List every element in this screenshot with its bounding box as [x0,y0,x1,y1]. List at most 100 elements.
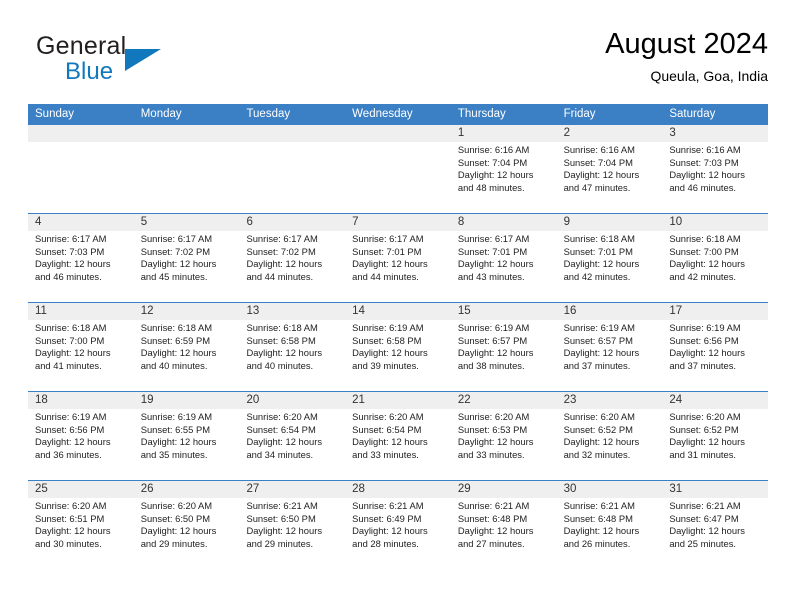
day-number[interactable]: 16 [557,303,663,320]
day-cell[interactable]: Sunrise: 6:21 AM Sunset: 6:48 PM Daylight:… [450,498,557,569]
day-cell[interactable]: Sunrise: 6:19 AM Sunset: 6:58 PM Daylight:… [345,320,451,391]
day-detail-line: Sunset: 6:57 PM [457,334,528,346]
calendar-grid: Sunday Monday Tuesday Wednesday Thursday Frid… [28,104,769,569]
day-number[interactable]: 2 [557,125,663,142]
week-info-strip: Sunrise: 6:16 AM Sunset: 7:04 PM Daylight:… [28,142,769,213]
day-number[interactable]: 21 [345,392,451,409]
week-date-strip: 25 26 27 28 29 30 31 [28,481,768,498]
day-number[interactable]: 10 [662,214,768,231]
day-cell[interactable]: Sunrise: 6:20 AM Sunset: 6:52 PM Daylight:… [556,409,663,480]
day-cell[interactable]: Sunrise: 6:20 AM Sunset: 6:53 PM Daylight:… [450,409,557,480]
day-cell[interactable]: Sunrise: 6:17 AM Sunset: 7:02 PM Daylight:… [239,231,346,302]
day-detail-line: and 40 minutes. [246,359,314,371]
day-detail-line: Daylight: 12 hours [246,347,323,359]
day-number[interactable]: 31 [662,481,768,498]
day-detail-line: Sunrise: 6:19 AM [352,322,424,333]
day-cell[interactable]: Sunrise: 6:18 AM Sunset: 6:58 PM Daylight:… [239,320,346,391]
day-number[interactable]: 4 [28,214,134,231]
day-number[interactable]: 18 [28,392,134,409]
day-number[interactable]: 29 [451,481,557,498]
day-cell[interactable]: Sunrise: 6:16 AM Sunset: 7:04 PM Daylight:… [556,142,663,213]
day-detail-line: Sunset: 7:03 PM [35,245,105,257]
day-detail-line: Sunset: 6:59 PM [140,334,211,346]
day-detail-line: Sunrise: 6:18 AM [669,233,741,244]
day-cell[interactable]: Sunrise: 6:21 AM Sunset: 6:49 PM Daylight:… [345,498,451,569]
day-cell[interactable]: Sunrise: 6:19 AM Sunset: 6:56 PM Daylight:… [662,320,769,391]
day-detail-line: Sunset: 6:56 PM [35,423,105,435]
day-detail-line: Sunset: 7:03 PM [669,156,739,168]
day-number[interactable]: 6 [239,214,345,231]
day-cell[interactable]: Sunrise: 6:17 AM Sunset: 7:02 PM Daylight:… [133,231,240,302]
day-cell[interactable]: Sunrise: 6:21 AM Sunset: 6:47 PM Daylight:… [662,498,769,569]
day-number[interactable]: 14 [345,303,451,320]
day-number[interactable]: 30 [557,481,663,498]
day-detail-line: Sunset: 6:57 PM [563,334,633,346]
day-detail-line: and 25 minutes. [669,537,737,549]
day-detail-line: and 45 minutes. [140,270,208,282]
day-cell[interactable]: Sunrise: 6:20 AM Sunset: 6:50 PM Daylight:… [133,498,240,569]
day-number[interactable]: 9 [557,214,663,231]
day-number[interactable]: 1 [451,125,557,142]
day-detail-line: Daylight: 12 hours [457,436,534,448]
day-cell[interactable]: Sunrise: 6:21 AM Sunset: 6:50 PM Daylight:… [239,498,346,569]
day-cell[interactable]: Sunrise: 6:18 AM Sunset: 7:00 PM Daylight:… [662,231,769,302]
day-cell[interactable]: Sunrise: 6:21 AM Sunset: 6:48 PM Daylight:… [556,498,663,569]
day-number[interactable]: 17 [662,303,768,320]
day-number[interactable]: 26 [134,481,240,498]
weekday-header-monday: Monday [140,108,182,120]
brand-logo[interactable]: General Blue [36,32,266,92]
day-cell[interactable]: Sunrise: 6:16 AM Sunset: 7:04 PM Daylight:… [450,142,557,213]
day-number[interactable]: 20 [239,392,345,409]
day-number[interactable]: 5 [134,214,240,231]
day-detail-line: Sunrise: 6:20 AM [563,411,635,422]
page-header: General Blue August 2024 Queula, Goa, In… [28,26,768,98]
day-cell[interactable]: Sunrise: 6:18 AM Sunset: 6:59 PM Daylight:… [133,320,240,391]
day-number[interactable]: 23 [557,392,663,409]
day-cell[interactable]: Sunrise: 6:17 AM Sunset: 7:01 PM Daylight:… [345,231,451,302]
day-cell[interactable]: Sunrise: 6:19 AM Sunset: 6:55 PM Daylight:… [133,409,240,480]
day-number[interactable]: 8 [451,214,557,231]
day-detail-line: Sunset: 7:02 PM [140,245,211,257]
day-cell[interactable]: Sunrise: 6:20 AM Sunset: 6:54 PM Daylight:… [345,409,451,480]
day-number[interactable]: 13 [239,303,345,320]
day-cell[interactable]: Sunrise: 6:19 AM Sunset: 6:57 PM Daylight:… [556,320,663,391]
day-cell[interactable]: Sunrise: 6:19 AM Sunset: 6:56 PM Daylight:… [28,409,134,480]
day-detail-line: Sunset: 6:51 PM [35,512,105,524]
day-number[interactable]: 15 [451,303,557,320]
day-cell[interactable]: Sunrise: 6:17 AM Sunset: 7:03 PM Daylight:… [28,231,134,302]
day-number[interactable]: 11 [28,303,134,320]
day-detail-line: Sunrise: 6:18 AM [140,322,213,333]
day-detail-line: Daylight: 12 hours [35,525,111,537]
day-number[interactable]: 27 [239,481,345,498]
calendar-week-row: 1 2 3 Sunrise: 6:16 AM Sunset: 7:04 PM Daylig… [28,125,769,213]
day-cell[interactable]: Sunrise: 6:18 AM Sunset: 7:01 PM Daylight:… [556,231,663,302]
day-detail-line: Sunset: 6:49 PM [352,512,422,524]
day-detail-line: Daylight: 12 hours [140,436,217,448]
day-number[interactable]: 7 [345,214,451,231]
day-cell[interactable]: Sunrise: 6:18 AM Sunset: 7:00 PM Daylight:… [28,320,134,391]
day-cell[interactable]: Sunrise: 6:20 AM Sunset: 6:54 PM Daylight:… [239,409,346,480]
day-number[interactable]: 25 [28,481,134,498]
week-date-strip: 11 12 13 14 15 16 17 [28,303,768,320]
weekday-header-sunday: Sunday [35,108,75,120]
calendar-page: General Blue August 2024 Queula, Goa, In… [0,0,792,612]
day-number[interactable]: 3 [662,125,768,142]
day-number[interactable]: 22 [451,392,557,409]
day-detail-line: Sunset: 7:00 PM [35,334,105,346]
day-detail-line: Sunrise: 6:16 AM [563,144,635,155]
day-cell[interactable]: Sunrise: 6:17 AM Sunset: 7:01 PM Daylight:… [450,231,557,302]
day-number[interactable]: 19 [134,392,240,409]
day-number-empty [28,125,134,142]
day-number[interactable]: 24 [662,392,768,409]
day-detail-line: Daylight: 12 hours [563,169,640,181]
day-cell[interactable]: Sunrise: 6:20 AM Sunset: 6:51 PM Daylight:… [28,498,134,569]
weekday-header-row: Sunday Monday Tuesday Wednesday Thursday Frid… [28,104,768,125]
day-number[interactable]: 28 [345,481,451,498]
day-number[interactable]: 12 [134,303,240,320]
day-cell[interactable]: Sunrise: 6:20 AM Sunset: 6:52 PM Daylight:… [662,409,769,480]
day-cell[interactable]: Sunrise: 6:19 AM Sunset: 6:57 PM Daylight:… [450,320,557,391]
day-detail-line: Daylight: 12 hours [669,169,745,181]
weekday-header-thursday: Thursday [457,108,506,120]
day-number-empty [239,125,345,142]
day-cell[interactable]: Sunrise: 6:16 AM Sunset: 7:03 PM Daylight:… [662,142,769,213]
